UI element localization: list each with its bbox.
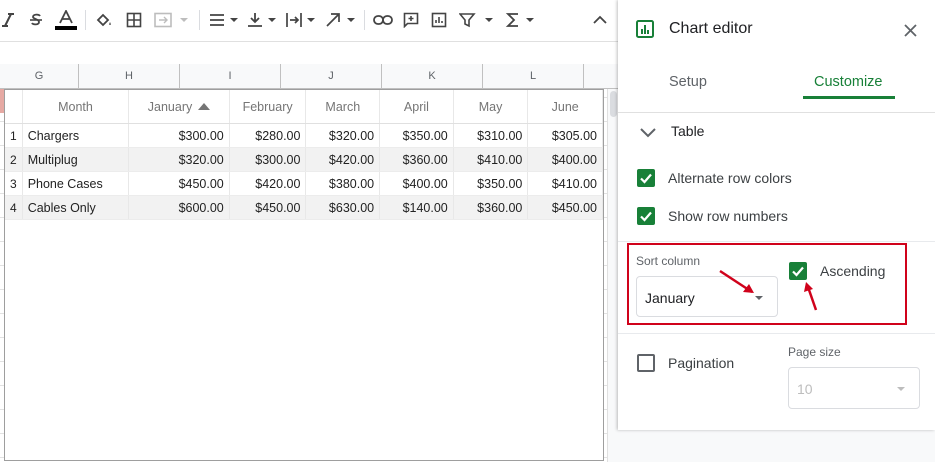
table-cell: $300.00 <box>229 147 307 172</box>
row-number: 2 <box>5 147 23 172</box>
table-cell: Phone Cases <box>22 171 130 196</box>
header-february[interactable]: February <box>229 90 307 124</box>
show-row-numbers-checkbox[interactable] <box>637 207 655 225</box>
fill-color-icon[interactable] <box>94 7 114 33</box>
panel-footer-area <box>618 430 935 462</box>
page-size-label: Page size <box>788 345 841 359</box>
scrollbar-thumb[interactable] <box>610 91 617 117</box>
text-color-icon[interactable] <box>54 7 78 33</box>
table-cell: $420.00 <box>229 171 307 196</box>
alternate-row-colors-label[interactable]: Alternate row colors <box>668 170 792 186</box>
formula-bar[interactable] <box>0 42 618 65</box>
section-table-header[interactable]: Table <box>671 123 704 139</box>
page-size-select[interactable]: 10 <box>788 367 920 409</box>
table-cell: $280.00 <box>229 123 307 148</box>
toolbar <box>0 0 618 42</box>
table-cell: $350.00 <box>379 123 454 148</box>
insert-comment-icon[interactable] <box>400 7 422 33</box>
divider <box>618 333 935 334</box>
table-cell: $360.00 <box>379 147 454 172</box>
pagination-checkbox[interactable] <box>637 354 655 372</box>
table-cell: $450.00 <box>527 195 603 220</box>
column-header[interactable]: K <box>382 64 483 88</box>
header-march[interactable]: March <box>305 90 381 124</box>
column-header[interactable]: G <box>0 64 79 88</box>
table-row: 3 Phone Cases $450.00 $420.00 $380.00 $4… <box>5 171 603 196</box>
row-number-header <box>5 90 23 124</box>
text-rotation-icon[interactable] <box>324 7 358 33</box>
table-row: 4 Cables Only $600.00 $450.00 $630.00 $1… <box>5 195 603 220</box>
table-cell: $600.00 <box>128 195 230 220</box>
table-cell: $400.00 <box>379 171 454 196</box>
table-cell: $320.00 <box>305 123 381 148</box>
functions-icon[interactable] <box>504 7 536 33</box>
alternate-row-colors-checkbox[interactable] <box>637 169 655 187</box>
insert-chart-icon[interactable] <box>428 7 450 33</box>
row-number: 1 <box>5 123 23 148</box>
header-april[interactable]: April <box>379 90 454 124</box>
row-number: 3 <box>5 171 23 196</box>
table-cell: $630.00 <box>305 195 381 220</box>
chart-table-header-row: Month January February March April May J… <box>5 90 603 124</box>
show-row-numbers-label[interactable]: Show row numbers <box>668 208 788 224</box>
table-cell: $350.00 <box>453 171 529 196</box>
table-cell: $410.00 <box>453 147 529 172</box>
table-cell: Multiplug <box>22 147 130 172</box>
table-cell: $450.00 <box>229 195 307 220</box>
table-cell: $320.00 <box>128 147 230 172</box>
header-month[interactable]: Month <box>22 90 130 124</box>
table-cell: $380.00 <box>305 171 381 196</box>
page-size-value: 10 <box>797 381 813 397</box>
vertical-align-icon[interactable] <box>246 7 278 33</box>
tabs-divider <box>618 112 935 113</box>
annotation-arrows-icon <box>719 269 818 311</box>
tab-setup[interactable]: Setup <box>669 74 707 90</box>
header-label: January <box>147 99 193 114</box>
table-cell: Cables Only <box>22 195 130 220</box>
chart-editor-panel: Chart editor Setup Customize Table Alter… <box>618 0 935 430</box>
collapse-toolbar-icon[interactable] <box>590 7 610 33</box>
column-header[interactable]: H <box>79 64 180 88</box>
sort-ascending-icon <box>198 102 211 110</box>
header-june[interactable]: June <box>527 90 603 124</box>
borders-icon[interactable] <box>124 7 144 33</box>
strikethrough-icon[interactable] <box>26 7 46 33</box>
table-row: 1 Chargers $300.00 $280.00 $320.00 $350.… <box>5 123 603 148</box>
table-cell: $450.00 <box>128 171 230 196</box>
table-cell: $300.00 <box>128 123 230 148</box>
pagination-label[interactable]: Pagination <box>668 355 734 371</box>
italic-icon[interactable] <box>0 7 16 33</box>
text-wrap-icon[interactable] <box>284 7 318 33</box>
header-may[interactable]: May <box>453 90 529 124</box>
header-january[interactable]: January <box>128 90 230 124</box>
chevron-down-icon[interactable] <box>640 125 656 143</box>
table-cell: $305.00 <box>527 123 603 148</box>
chart-table: Month January February March April May J… <box>5 90 603 220</box>
filter-icon[interactable] <box>458 7 496 33</box>
column-header[interactable]: L <box>483 64 584 88</box>
table-row: 2 Multiplug $320.00 $300.00 $420.00 $360… <box>5 147 603 172</box>
insert-link-icon[interactable] <box>372 7 394 33</box>
table-cell: $400.00 <box>527 147 603 172</box>
table-cell: Chargers <box>22 123 130 148</box>
divider <box>618 241 935 242</box>
column-headers: G H I J K L <box>0 64 618 89</box>
chart-editor-title: Chart editor <box>669 20 753 37</box>
table-cell: $410.00 <box>527 171 603 196</box>
column-header[interactable]: I <box>180 64 281 88</box>
table-cell: $420.00 <box>305 147 381 172</box>
table-cell: $360.00 <box>453 195 529 220</box>
horizontal-align-icon[interactable] <box>208 7 240 33</box>
dropdown-caret-icon <box>897 387 905 391</box>
chart-editor-icon <box>636 20 654 43</box>
table-chart[interactable]: Month January February March April May J… <box>4 89 604 461</box>
row-number: 4 <box>5 195 23 220</box>
merge-cells-icon[interactable] <box>152 7 190 33</box>
table-cell: $140.00 <box>379 195 454 220</box>
tab-customize[interactable]: Customize <box>814 74 883 90</box>
column-header[interactable]: J <box>281 64 382 88</box>
active-tab-indicator <box>803 96 895 99</box>
table-cell: $310.00 <box>453 123 529 148</box>
close-icon[interactable] <box>904 24 917 42</box>
